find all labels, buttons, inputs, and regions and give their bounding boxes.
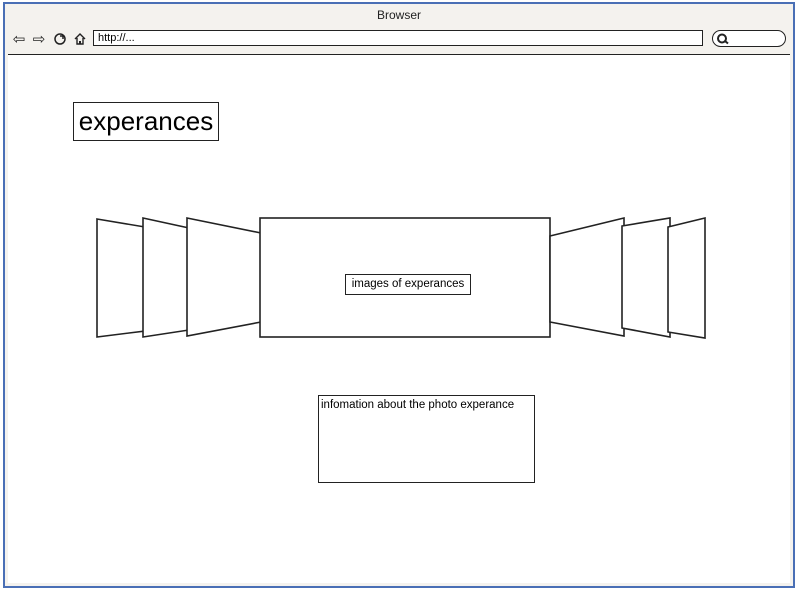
search-field[interactable]: [712, 30, 786, 47]
carousel-card-right-3[interactable]: [667, 216, 706, 339]
carousel-card-right-1[interactable]: [549, 216, 625, 337]
home-icon[interactable]: [72, 31, 88, 47]
photo-info-panel: infomation about the photo experance: [318, 395, 535, 483]
image-carousel: [96, 216, 706, 339]
carousel-card-left-3[interactable]: [96, 218, 146, 338]
photo-info-text: infomation about the photo experance: [321, 399, 515, 411]
url-input[interactable]: [93, 30, 703, 46]
browser-window: Browser ⇦ ⇨ experances: [3, 2, 795, 588]
back-icon[interactable]: ⇦: [11, 31, 27, 47]
search-icon[interactable]: [716, 32, 730, 45]
window-title: Browser: [376, 8, 421, 22]
carousel-card-left-2[interactable]: [142, 217, 190, 338]
carousel-card-right-2[interactable]: [621, 217, 671, 338]
browser-toolbar: ⇦ ⇨: [5, 26, 793, 54]
carousel-card-left-1[interactable]: [186, 217, 262, 337]
reload-icon[interactable]: [52, 31, 68, 47]
forward-icon[interactable]: ⇨: [31, 31, 47, 47]
carousel-caption: images of experances: [345, 274, 471, 295]
page-viewport: experances images of experances infomati…: [8, 54, 790, 583]
